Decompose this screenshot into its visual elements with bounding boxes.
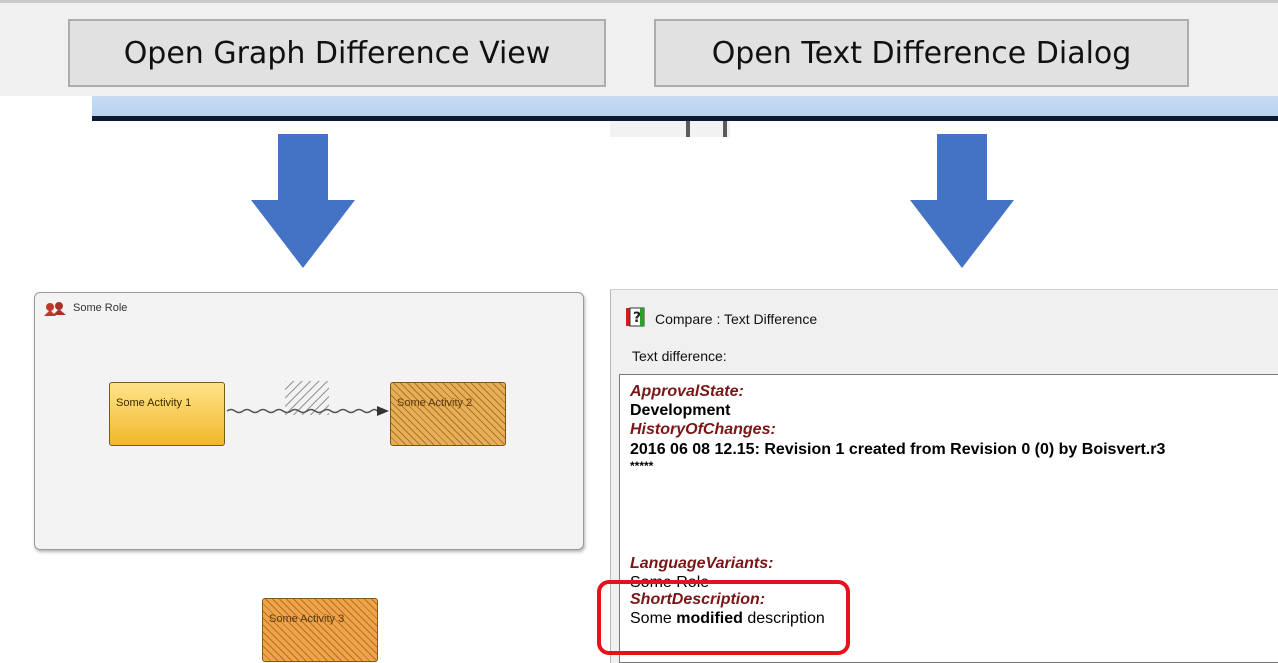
activity-2-node[interactable]: Some Activity 2 [390,382,506,446]
dialog-title: Compare : Text Difference [655,311,818,327]
field-value: 2016 06 08 12.15: Revision 1 created fro… [630,441,1166,458]
field-name: LanguageVariants: [630,555,774,572]
activity-3-node[interactable]: Some Activity 3 [262,598,378,662]
role-icon [44,302,66,316]
role-label: Some Role [73,302,128,314]
toolbar-stub [610,121,730,137]
role-swimlane[interactable]: Some Role Some Activity 1 Some Activity … [34,292,584,550]
svg-text:?: ? [633,310,641,326]
open-graph-difference-view-button[interactable]: Open Graph Difference View [68,19,606,87]
down-arrow-graph [251,134,355,268]
activity-1-node[interactable]: Some Activity 1 [109,382,225,446]
open-text-difference-dialog-button[interactable]: Open Text Difference Dialog [654,19,1189,87]
field-value: ***** [630,459,654,473]
field-name: HistoryOfChanges: [630,421,776,438]
toolbar: Open Graph Difference View Open Text Dif… [0,0,1278,96]
text-difference-label: Text difference: [632,348,727,364]
down-arrow-text [910,134,1014,268]
compare-icon: ? [626,307,645,327]
field-value: Development [630,402,731,419]
flow-connector [226,381,389,416]
field-name: ApprovalState: [630,383,744,400]
change-highlight-box [597,580,850,655]
panel-header-band [92,96,1278,116]
